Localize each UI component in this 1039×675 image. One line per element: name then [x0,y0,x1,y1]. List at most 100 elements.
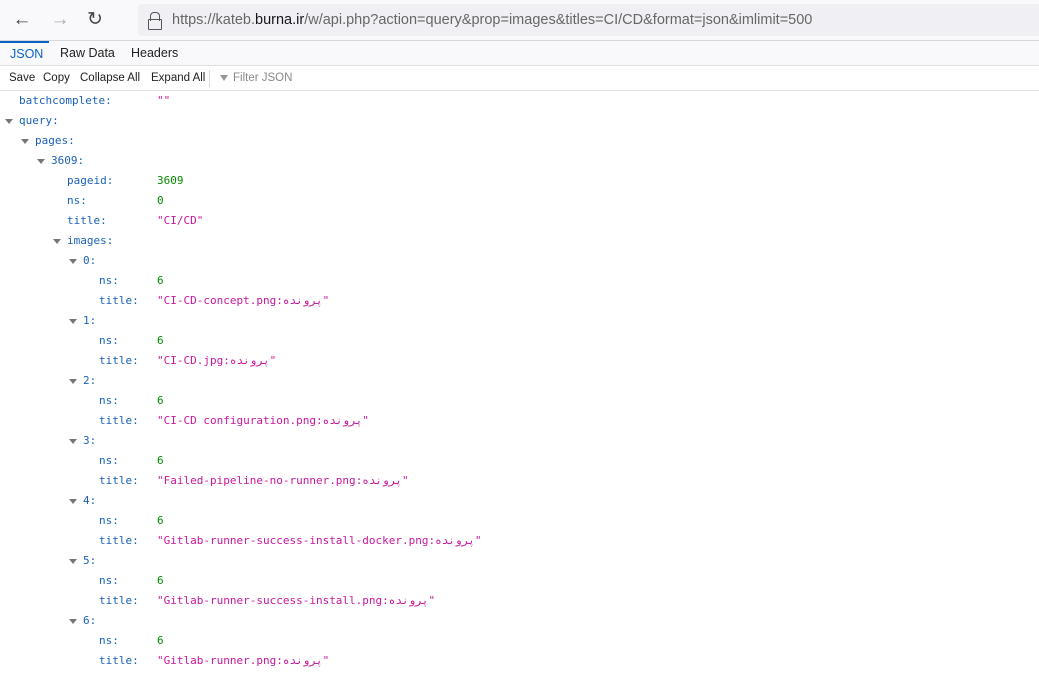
url-path: /w/api.php?action=query&prop=images&titl… [304,12,813,28]
expand-toggle-icon[interactable] [69,439,77,444]
expand-toggle-icon[interactable] [69,619,77,624]
json-row: ns: 6 [0,451,1039,471]
filter-icon [220,75,228,81]
filter-json-input[interactable]: Filter JSON [220,66,292,91]
copy-button[interactable]: Copy [43,66,70,91]
json-value: "پرونده:Gitlab-runner.png" [157,651,329,671]
json-row: pages: [0,131,1039,151]
json-string: پرونده:Failed-pipeline-no-runner.png [163,474,403,487]
json-row: 1: [0,311,1039,331]
json-string: پرونده:CI-CD.jpg [163,354,270,367]
save-button[interactable]: Save [9,66,35,91]
json-key[interactable]: 3: [83,431,96,451]
json-string: پرونده:Gitlab-runner-success-install.png [163,594,429,607]
json-row: ns: 6 [0,391,1039,411]
json-row: title: "پرونده:CI-CD-concept.png" [0,291,1039,311]
json-row: title: "پرونده:Gitlab-runner.png" [0,651,1039,671]
expand-toggle-icon[interactable] [37,159,45,164]
json-value: "پرونده:CI-CD.jpg" [157,351,276,371]
collapse-all-button[interactable]: Collapse All [80,66,140,91]
tab-headers[interactable]: Headers [121,41,188,66]
json-key: pageid: [67,174,114,187]
json-key[interactable]: 4: [83,491,96,511]
expand-toggle-icon[interactable] [69,319,77,324]
json-key: ns: [99,514,119,527]
json-row: title: "پرونده:CI-CD.jpg" [0,351,1039,371]
json-row: 4: [0,491,1039,511]
json-string: CI/CD [163,214,197,227]
json-row: title: "CI/CD" [0,211,1039,231]
json-row: images: [0,231,1039,251]
json-value: 6 [157,394,164,407]
expand-toggle-icon[interactable] [69,259,77,264]
json-key: batchcomplete: [19,94,112,107]
json-key[interactable]: pages: [35,131,75,151]
json-key[interactable]: 6: [83,611,96,631]
json-row: query: [0,111,1039,131]
json-key[interactable]: 0: [83,251,96,271]
json-key: ns: [67,194,87,207]
json-value: "پرونده:CI-CD configuration.png" [157,411,369,431]
json-key: title: [99,474,139,487]
tab-raw-data[interactable]: Raw Data [50,41,125,66]
json-string: پرونده:Gitlab-runner.png [163,654,323,667]
json-key[interactable]: images: [67,231,113,251]
expand-toggle-icon[interactable] [69,499,77,504]
json-key: title: [99,534,139,547]
back-icon[interactable]: ← [10,8,34,32]
json-row: ns: 6 [0,331,1039,351]
forward-icon[interactable]: → [48,8,72,32]
json-row: title: "پرونده:Failed-pipeline-no-runner.… [0,471,1039,491]
json-value: "پرونده:Failed-pipeline-no-runner.png" [157,471,409,491]
json-key: title: [99,294,139,307]
json-row: ns: 6 [0,571,1039,591]
json-key: ns: [99,634,119,647]
json-key[interactable]: 5: [83,551,96,571]
expand-toggle-icon[interactable] [69,559,77,564]
reload-icon[interactable]: ↻ [83,8,107,32]
json-tree: batchcomplete: "" query: pages: 3609: pageid:… [0,91,1039,671]
json-row: 3: [0,431,1039,451]
json-key: ns: [99,394,119,407]
expand-all-button[interactable]: Expand All [151,66,205,91]
json-key: ns: [99,454,119,467]
json-key: title: [99,654,139,667]
browser-nav-bar: ← → ↻ https://kateb.burna.ir/w/api.php?a… [0,0,1039,40]
json-key[interactable]: 2: [83,371,96,391]
json-key: title: [67,214,107,227]
json-row: 5: [0,551,1039,571]
expand-toggle-icon[interactable] [53,239,61,244]
json-key[interactable]: query: [19,111,59,131]
json-value: 3609 [157,174,184,187]
url-scheme: https://kateb. [172,12,256,28]
json-row: batchcomplete: "" [0,91,1039,111]
json-value: 6 [157,634,164,647]
lock-icon [148,12,162,30]
json-key: ns: [99,574,119,587]
json-value: 6 [157,514,164,527]
json-key: title: [99,414,139,427]
filter-placeholder: Filter JSON [233,72,293,84]
json-row: title: "پرونده:Gitlab-runner-success-inst… [0,591,1039,611]
json-row: 0: [0,251,1039,271]
tab-json[interactable]: JSON [0,41,49,66]
json-key[interactable]: 3609: [51,151,84,171]
json-string: پرونده:CI-CD configuration.png [163,414,363,427]
expand-toggle-icon[interactable] [21,139,29,144]
json-string: پرونده:Gitlab-runner-success-install-doc… [163,534,475,547]
json-key: ns: [99,334,119,347]
json-value: 6 [157,574,164,587]
json-key: title: [99,594,139,607]
json-row: title: "پرونده:Gitlab-runner-success-inst… [0,531,1039,551]
expand-toggle-icon[interactable] [69,379,77,384]
json-row: 6: [0,611,1039,631]
json-row: 3609: [0,151,1039,171]
viewer-tabs: JSON Raw Data Headers [0,40,1039,66]
expand-toggle-icon[interactable] [5,119,13,124]
json-value: "CI/CD" [157,211,203,231]
json-value: "پرونده:Gitlab-runner-success-install-do… [157,531,482,551]
json-value: "" [157,94,171,107]
address-bar[interactable]: https://kateb.burna.ir/w/api.php?action=… [138,4,1039,36]
json-key[interactable]: 1: [83,311,96,331]
json-row: 2: [0,371,1039,391]
